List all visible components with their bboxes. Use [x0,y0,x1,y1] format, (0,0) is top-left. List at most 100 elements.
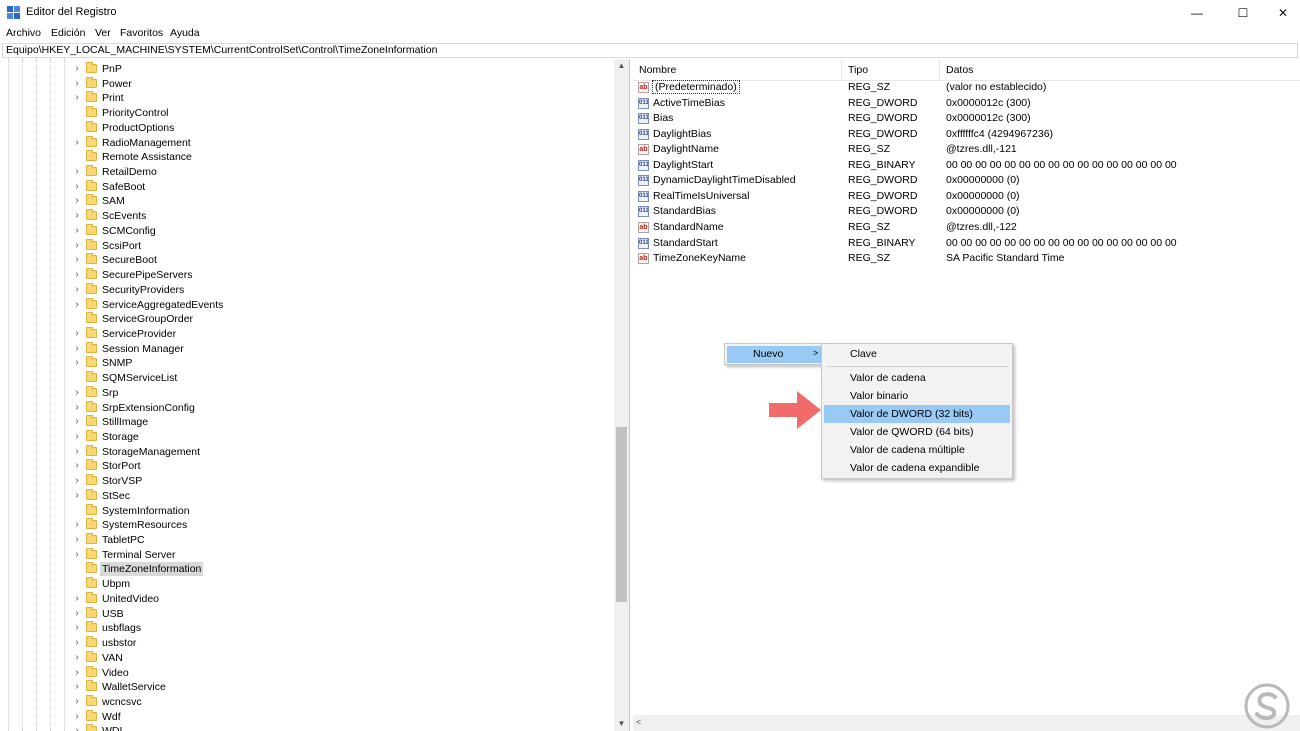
scroll-down-icon[interactable]: ▼ [614,717,629,731]
tree-vertical-scrollbar[interactable]: ▲ ▼ [614,59,629,731]
expand-chevron-icon[interactable]: › [72,357,82,369]
expand-chevron-icon[interactable]: › [72,254,82,266]
expand-chevron-icon[interactable]: › [72,725,82,731]
value-row[interactable]: 011 RealTimeIsUniversal REG_DWORD 0x0000000… [633,189,1293,205]
scrollbar-thumb[interactable] [616,427,627,602]
tree-item[interactable]: Remote Assistance [70,150,610,165]
column-divider[interactable] [841,59,842,81]
tree-item[interactable]: › ScsiPort [70,238,610,254]
tree-item[interactable]: › SecurePipeServers [70,268,610,283]
expand-chevron-icon[interactable]: › [72,608,82,620]
expand-chevron-icon[interactable]: › [72,622,82,634]
menu-archivo[interactable]: Archivo [6,27,41,39]
scroll-up-icon[interactable]: ▲ [614,59,629,73]
tree-item[interactable]: TimeZoneInformation [70,562,610,577]
tree-item[interactable]: › SafeBoot [70,179,610,195]
submenu-item[interactable]: Valor de cadena [824,369,1010,387]
menu-edicion[interactable]: Edición [51,27,85,39]
tree-item[interactable]: › SAM [70,194,610,209]
tree-item[interactable]: › StorVSP [70,474,610,489]
column-header-type[interactable]: Tipo [848,64,868,76]
tree-item[interactable]: › usbflags [70,621,610,636]
tree-item[interactable]: SQMServiceList [70,371,610,386]
value-row[interactable]: 011 DaylightStart REG_BINARY 00 00 00 00 00… [633,158,1293,174]
expand-chevron-icon[interactable]: › [72,667,82,679]
expand-chevron-icon[interactable]: › [72,92,82,104]
tree-item[interactable]: › ServiceAggregatedEvents [70,297,610,313]
tree-item[interactable]: › Storage [70,430,610,445]
submenu-item[interactable]: Valor de DWORD (32 bits) [824,405,1010,423]
expand-chevron-icon[interactable]: › [72,696,82,708]
expand-chevron-icon[interactable]: › [72,166,82,178]
tree-item[interactable]: › Video [70,665,610,681]
tree-item[interactable]: › StillImage [70,415,610,430]
expand-chevron-icon[interactable]: › [72,475,82,487]
tree-item[interactable]: PriorityControl [70,106,610,121]
close-button[interactable]: ✕ [1260,0,1300,25]
tree-item[interactable]: › SCMConfig [70,223,610,239]
expand-chevron-icon[interactable]: › [72,681,82,693]
value-row[interactable]: ab StandardName REG_SZ @tzres.dll,-122 [633,220,1293,236]
submenu-item[interactable]: Clave [824,345,1010,363]
expand-chevron-icon[interactable]: › [72,652,82,664]
tree-item[interactable]: ProductOptions [70,120,610,136]
menu-item-nuevo[interactable]: Nuevo > [727,346,823,363]
expand-chevron-icon[interactable]: › [72,137,82,149]
value-row[interactable]: ab DaylightName REG_SZ @tzres.dll,-121 [633,142,1293,158]
expand-chevron-icon[interactable]: › [72,328,82,340]
expand-chevron-icon[interactable]: › [72,195,82,207]
value-row[interactable]: 011 StandardBias REG_DWORD 0x00000000 (0) [633,204,1293,220]
expand-chevron-icon[interactable]: › [72,446,82,458]
tree-item[interactable]: › Print [70,91,610,106]
tree-item[interactable]: › wcncsvc [70,694,610,710]
menu-ayuda[interactable]: Ayuda [170,27,200,39]
tree-item[interactable]: SystemInformation [70,503,610,519]
value-row[interactable]: 011 DynamicDaylightTimeDisabled REG_DWORD 0… [633,173,1293,189]
tree-item[interactable]: › UnitedVideo [70,591,610,607]
value-row[interactable]: 011 Bias REG_DWORD 0x0000012c (300) [633,111,1293,127]
tree-item[interactable]: › VAN [70,650,610,666]
tree-item[interactable]: › Power [70,76,610,92]
expand-chevron-icon[interactable]: › [72,402,82,414]
submenu-item[interactable]: Valor binario [824,387,1010,405]
tree-item[interactable]: › Srp [70,385,610,401]
column-header-data[interactable]: Datos [946,64,973,76]
tree-item[interactable]: ServiceGroupOrder [70,312,610,327]
column-divider[interactable] [939,59,940,81]
expand-chevron-icon[interactable]: › [72,240,82,252]
tree-item[interactable]: › ScEvents [70,209,610,224]
tree-item[interactable]: › Session Manager [70,341,610,357]
expand-chevron-icon[interactable]: › [72,490,82,502]
expand-chevron-icon[interactable]: › [72,711,82,723]
menu-ver[interactable]: Ver [95,27,111,39]
expand-chevron-icon[interactable]: › [72,431,82,443]
expand-chevron-icon[interactable]: › [72,181,82,193]
value-row[interactable]: 011 DaylightBias REG_DWORD 0xffffffc4 (4294… [633,127,1293,143]
tree-item[interactable]: › SecureBoot [70,253,610,268]
expand-chevron-icon[interactable]: › [72,284,82,296]
submenu-item[interactable]: Valor de QWORD (64 bits) [824,423,1010,441]
expand-chevron-icon[interactable]: › [72,63,82,75]
expand-chevron-icon[interactable]: › [72,519,82,531]
list-horizontal-scrollbar[interactable]: < [633,715,1300,731]
menu-favoritos[interactable]: Favoritos [120,27,163,39]
key-tree-pane[interactable]: › PnP › Power › Print PriorityControl ProductOp… [0,59,630,731]
tree-item[interactable]: › SystemResources [70,518,610,533]
tree-item[interactable]: › RetailDemo [70,165,610,180]
value-row[interactable]: ab (Predeterminado) REG_SZ (valor no establ… [633,80,1293,96]
tree-item[interactable]: Ubpm [70,577,610,592]
tree-item[interactable]: › WDI [70,724,610,731]
tree-item[interactable]: › StorPort [70,459,610,474]
scroll-left-icon[interactable]: < [636,717,641,727]
tree-item[interactable]: › StorageManagement [70,444,610,460]
expand-chevron-icon[interactable]: › [72,416,82,428]
expand-chevron-icon[interactable]: › [72,387,82,399]
minimize-button[interactable]: — [1174,0,1220,25]
address-bar[interactable]: Equipo\HKEY_LOCAL_MACHINE\SYSTEM\Current… [2,43,1298,58]
tree-item[interactable]: › SecurityProviders [70,282,610,298]
tree-item[interactable]: › WalletService [70,680,610,695]
tree-item[interactable]: › ServiceProvider [70,326,610,342]
expand-chevron-icon[interactable]: › [72,299,82,311]
value-row[interactable]: ab TimeZoneKeyName REG_SZ SA Pacific Standa… [633,251,1293,267]
tree-item[interactable]: › Wdf [70,709,610,725]
